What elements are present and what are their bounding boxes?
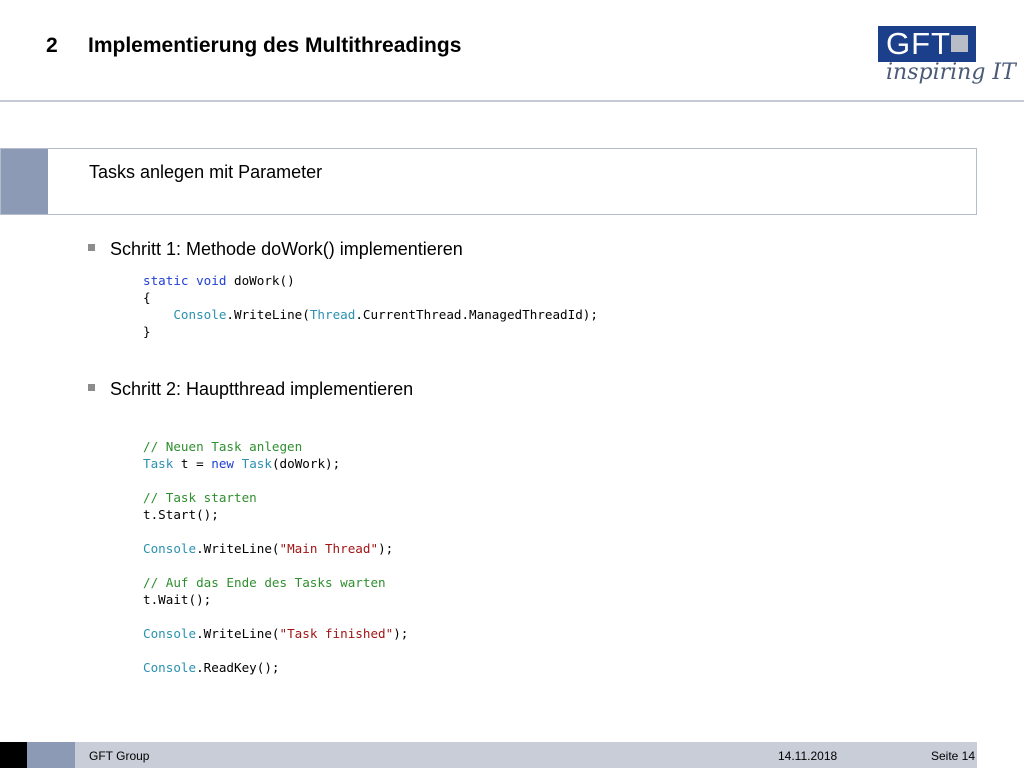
code-block-main-thread: // Neuen Task anlegen Task t = new Task(… xyxy=(143,438,408,676)
footer-company: GFT Group xyxy=(89,749,150,763)
section-label: Tasks anlegen mit Parameter xyxy=(89,162,323,182)
header-divider xyxy=(0,100,1024,102)
bullet-step-2: Schritt 2: Hauptthread implementieren xyxy=(88,379,413,400)
code-line: Console.WriteLine("Task finished"); xyxy=(143,626,409,641)
bullet-square-icon xyxy=(88,384,95,391)
section-header: Tasks anlegen mit Parameter xyxy=(0,148,977,215)
bullet-square-icon xyxy=(88,244,95,251)
code-line: } xyxy=(143,324,151,339)
slide-title: Implementierung des Multithreadings xyxy=(88,34,462,57)
code-line: t.Wait(); xyxy=(143,592,212,607)
bullet-text: Schritt 2: Hauptthread implementieren xyxy=(110,379,414,399)
code-comment: // Neuen Task anlegen xyxy=(143,439,303,454)
code-line: Console.WriteLine(Thread.CurrentThread.M… xyxy=(173,307,598,322)
footer-black-block xyxy=(0,742,27,768)
code-line: { xyxy=(143,290,151,305)
code-line: Console.WriteLine("Main Thread"); xyxy=(143,541,394,556)
code-line: Task t = new Task(doWork); xyxy=(143,456,341,471)
footer-bar: GFT Group 14.11.2018 Seite 14 xyxy=(0,742,977,768)
footer-accent-block xyxy=(27,742,75,768)
gft-logo: GFT xyxy=(878,26,976,62)
section-accent xyxy=(1,149,48,214)
logo-tagline: inspiring IT xyxy=(886,60,1016,85)
bullet-text: Schritt 1: Methode doWork() implementier… xyxy=(110,239,463,259)
logo-square-icon xyxy=(951,35,968,52)
code-line: static void doWork() xyxy=(143,273,295,288)
footer-date: 14.11.2018 xyxy=(778,749,838,763)
chapter-number: 2 xyxy=(46,34,58,57)
code-comment: // Task starten xyxy=(143,490,257,505)
code-comment: // Auf das Ende des Tasks warten xyxy=(143,575,386,590)
bullet-step-1: Schritt 1: Methode doWork() implementier… xyxy=(88,239,463,260)
code-line: t.Start(); xyxy=(143,507,219,522)
code-block-dowork: static void doWork() { Console.WriteLine… xyxy=(143,272,598,340)
code-line: Console.ReadKey(); xyxy=(143,660,280,675)
logo-brand: GFT xyxy=(886,26,951,61)
footer-page-number: Seite 14 xyxy=(931,749,976,763)
